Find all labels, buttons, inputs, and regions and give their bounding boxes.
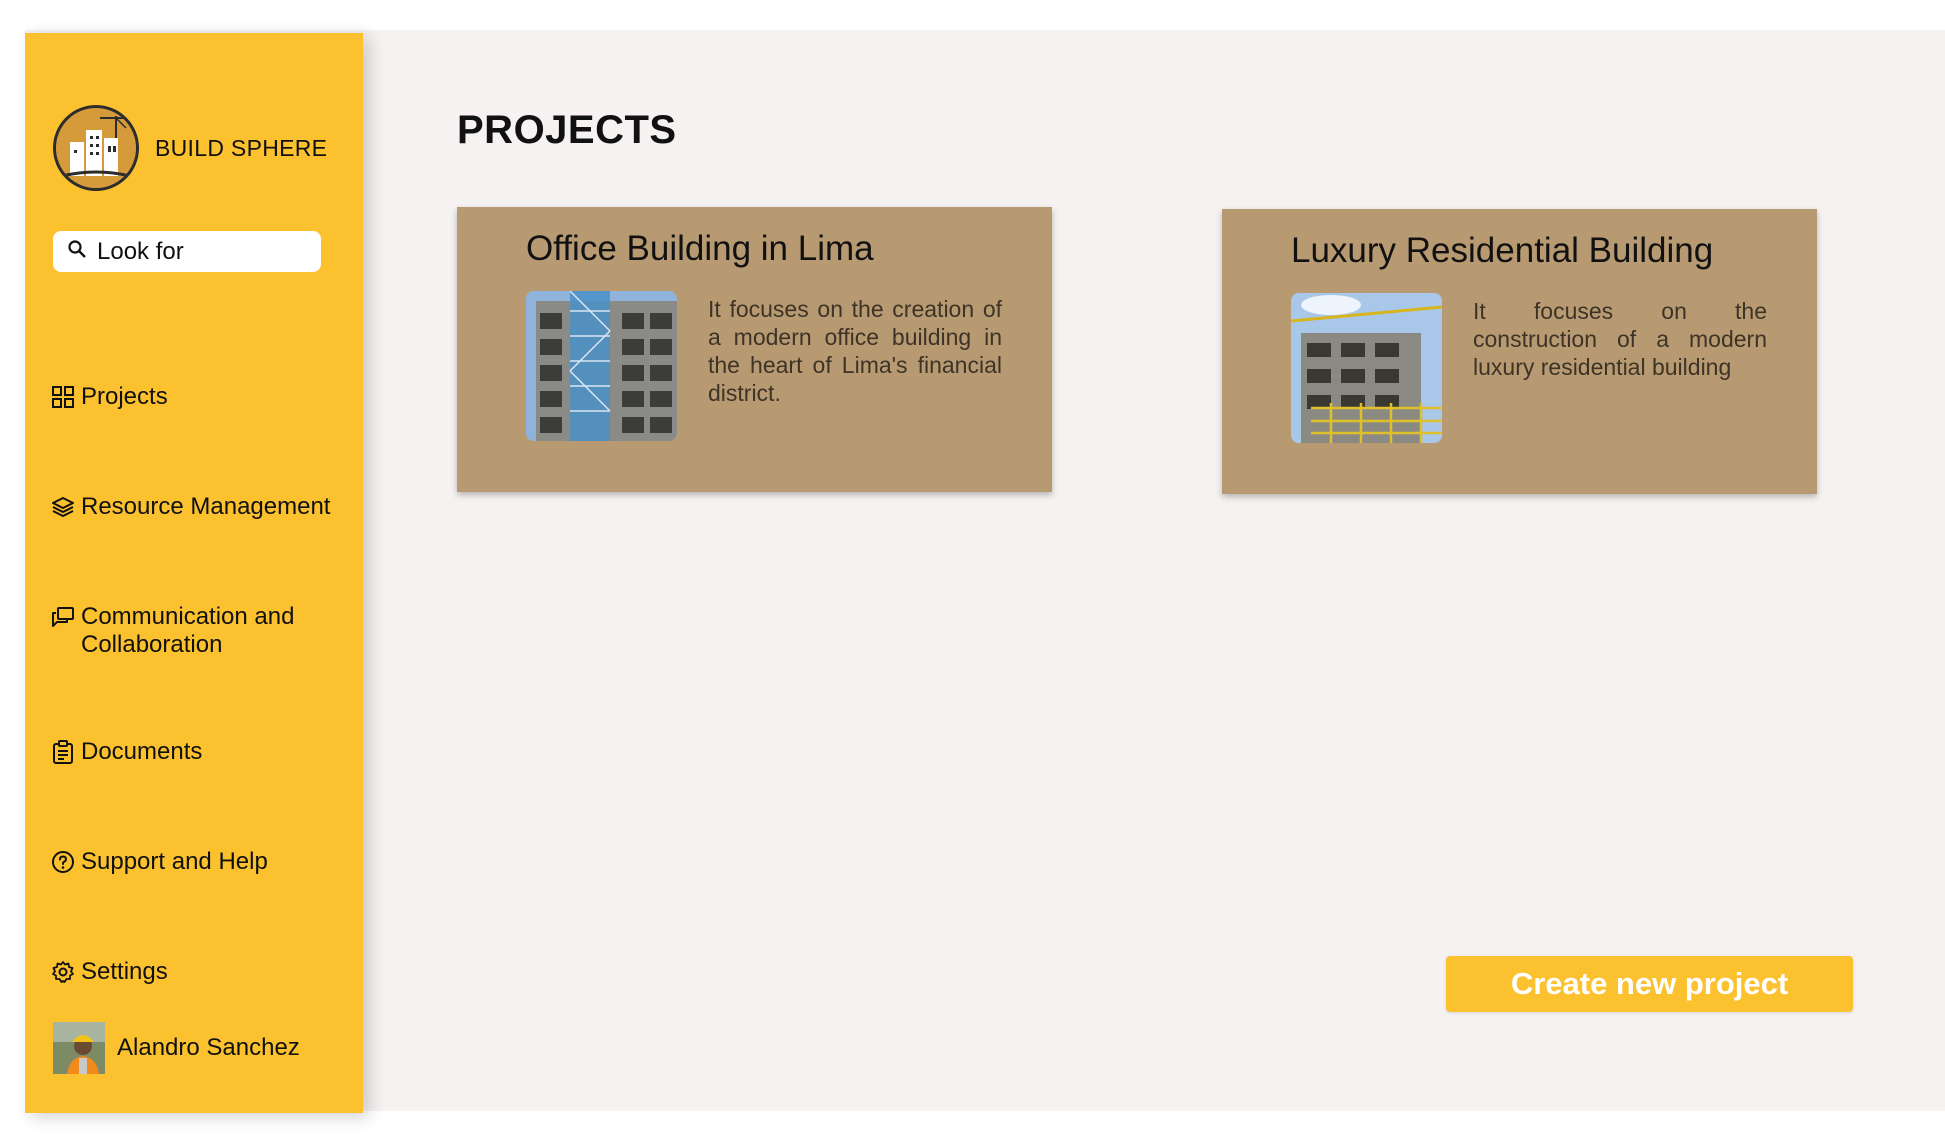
project-title: Office Building in Lima (526, 229, 874, 268)
logo-icon (53, 105, 139, 191)
user-profile[interactable]: Alandro Sanchez (53, 1022, 300, 1074)
search-icon (67, 239, 87, 264)
sidebar: BUILD SPHERE Projects (25, 33, 363, 1113)
search-box[interactable] (53, 231, 321, 272)
gear-icon (51, 958, 77, 986)
sidebar-item-label: Support and Help (81, 848, 268, 875)
sidebar-item-label: Resource Management (81, 493, 331, 520)
layers-icon (51, 493, 77, 521)
sidebar-item-documents[interactable]: Documents (51, 738, 202, 766)
project-card-office-building[interactable]: Office Building in Lima It focuses on th… (457, 207, 1052, 492)
sidebar-item-projects[interactable]: Projects (51, 383, 168, 411)
grid-icon (51, 383, 77, 411)
clipboard-icon (51, 738, 77, 766)
project-description: It focuses on the construction of a mode… (1473, 298, 1767, 380)
project-card-luxury-residential[interactable]: Luxury Residential Building It focuses o… (1222, 209, 1817, 494)
sidebar-item-support[interactable]: Support and Help (51, 848, 268, 876)
project-image (526, 291, 677, 441)
sidebar-item-label: Communication and Collaboration (81, 603, 295, 658)
sidebar-item-settings[interactable]: Settings (51, 958, 168, 986)
help-circle-icon (51, 848, 77, 876)
create-new-project-button[interactable]: Create new project (1446, 956, 1853, 1012)
chat-icon (51, 603, 77, 631)
sidebar-item-label: Projects (81, 383, 168, 410)
brand: BUILD SPHERE (53, 105, 327, 191)
sidebar-item-label: Settings (81, 958, 168, 985)
project-description: It focuses on the creation of a modern o… (708, 296, 1002, 406)
sidebar-item-communication[interactable]: Communication and Collaboration (51, 603, 331, 659)
sidebar-item-label: Documents (81, 738, 203, 765)
search-input[interactable] (97, 237, 297, 266)
brand-name: BUILD SPHERE (155, 134, 328, 161)
project-image (1291, 293, 1442, 443)
project-title: Luxury Residential Building (1291, 231, 1714, 270)
user-name: Alandro Sanchez (117, 1034, 300, 1061)
sidebar-item-resource-management[interactable]: Resource Management (51, 493, 330, 521)
page-title: PROJECTS (457, 108, 677, 152)
avatar (53, 1022, 105, 1074)
